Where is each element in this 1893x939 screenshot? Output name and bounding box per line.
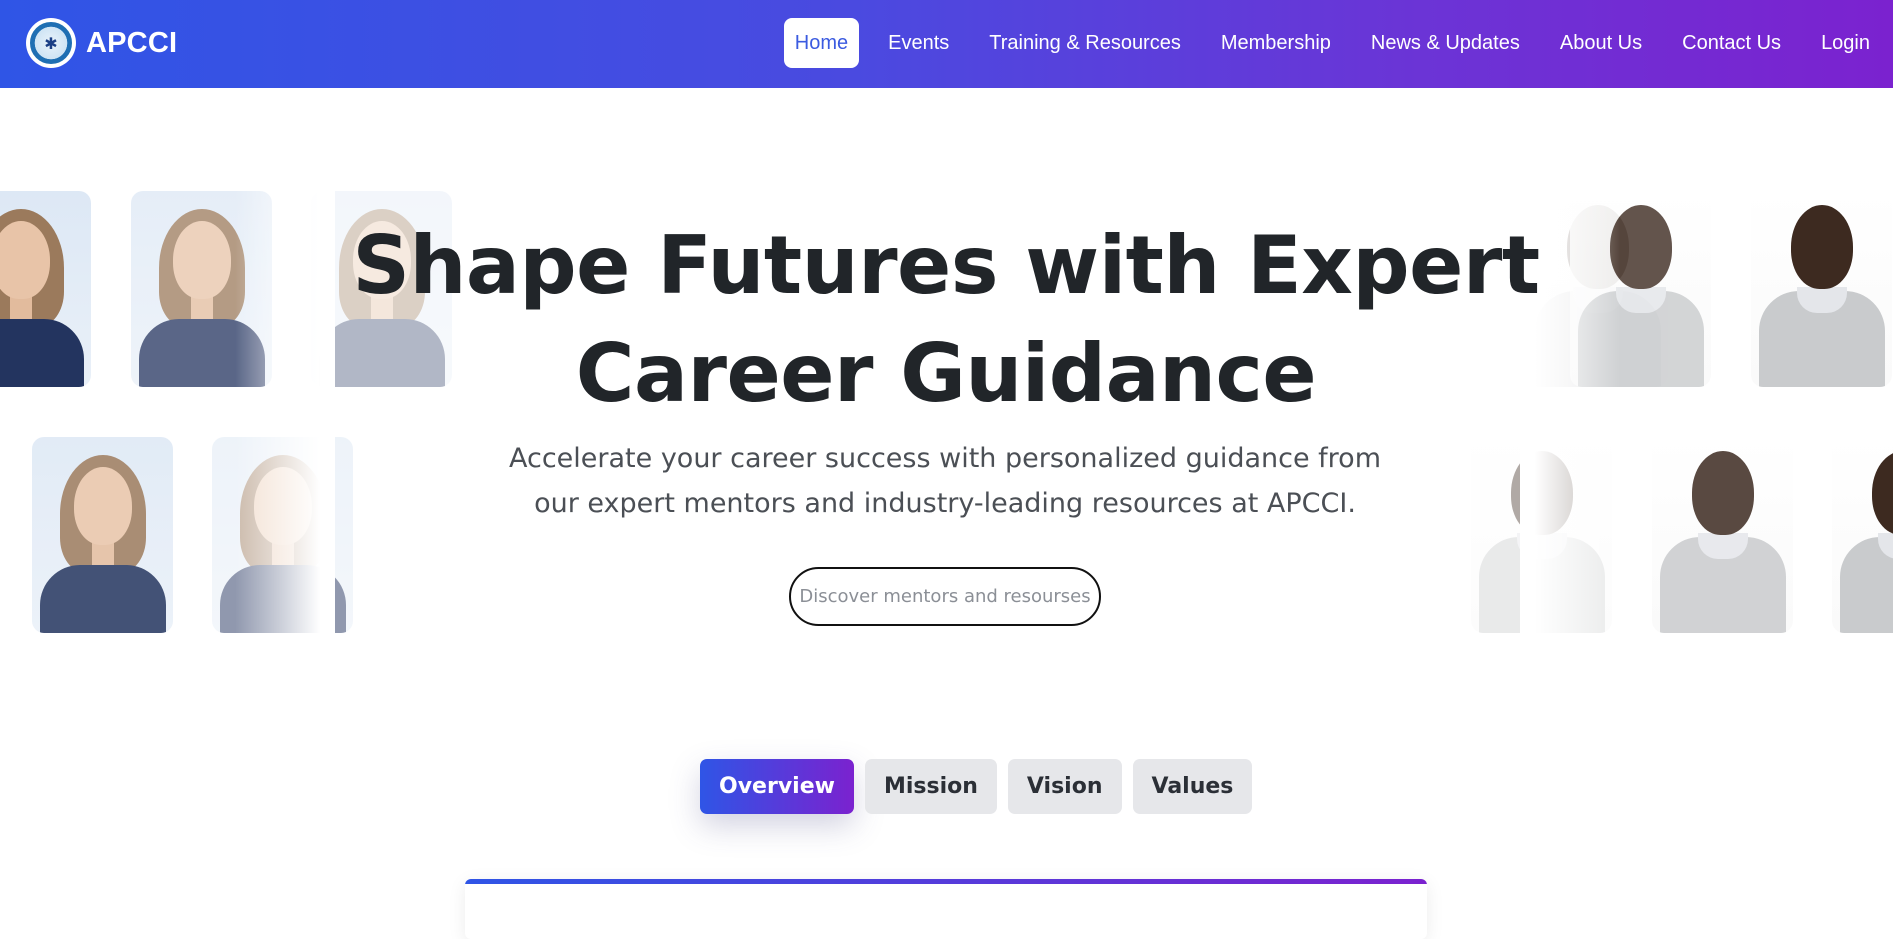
tab-vision[interactable]: Vision bbox=[1007, 759, 1122, 814]
tab-overview[interactable]: Overview bbox=[700, 759, 854, 814]
nav-item-login[interactable]: Login bbox=[1801, 18, 1893, 68]
nav-item-training-resources[interactable]: Training & Resources bbox=[969, 18, 1201, 68]
card-accent-bar bbox=[465, 879, 1427, 884]
hero-title-line-2: Career Guidance bbox=[575, 327, 1317, 420]
tab-content-card bbox=[465, 879, 1427, 939]
mentor-portrait-man bbox=[1832, 437, 1893, 633]
nav-item-membership[interactable]: Membership bbox=[1201, 18, 1351, 68]
mentor-portrait-woman bbox=[0, 191, 91, 387]
top-navbar: ✱ APCCI Home Events Training & Resources… bbox=[0, 0, 1893, 88]
brand-name: APCCI bbox=[86, 26, 178, 59]
mentor-portrait-man bbox=[1751, 191, 1892, 387]
hero-subtitle-line-1: Accelerate your career success with pers… bbox=[508, 443, 1381, 474]
hero-title: Shape Futures with Expert Career Guidanc… bbox=[340, 212, 1552, 428]
tab-values[interactable]: Values bbox=[1132, 759, 1253, 814]
nav-item-news-updates[interactable]: News & Updates bbox=[1351, 18, 1540, 68]
nav-item-about-us[interactable]: About Us bbox=[1540, 18, 1662, 68]
about-tabs: Overview Mission Vision Values bbox=[700, 759, 1253, 814]
hero-title-line-1: Shape Futures with Expert bbox=[352, 219, 1540, 312]
tab-mission[interactable]: Mission bbox=[864, 759, 997, 814]
nav-item-events[interactable]: Events bbox=[868, 18, 969, 68]
portrait-fade-left bbox=[235, 180, 335, 640]
mentor-portrait-woman bbox=[32, 437, 173, 633]
nav-item-contact-us[interactable]: Contact Us bbox=[1662, 18, 1801, 68]
brand-home-link[interactable]: ✱ APCCI bbox=[26, 18, 177, 68]
apcci-logo-icon: ✱ bbox=[26, 18, 76, 68]
discover-search-input[interactable]: Discover mentors and resourses bbox=[789, 567, 1101, 626]
nav-item-home[interactable]: Home bbox=[783, 18, 860, 68]
nav-links: Home Events Training & Resources Members… bbox=[783, 18, 1893, 68]
mentor-portrait-man bbox=[1652, 437, 1793, 633]
hero-subtitle: Accelerate your career success with pers… bbox=[500, 436, 1390, 526]
hero-subtitle-line-2: our expert mentors and industry-leading … bbox=[534, 488, 1356, 519]
